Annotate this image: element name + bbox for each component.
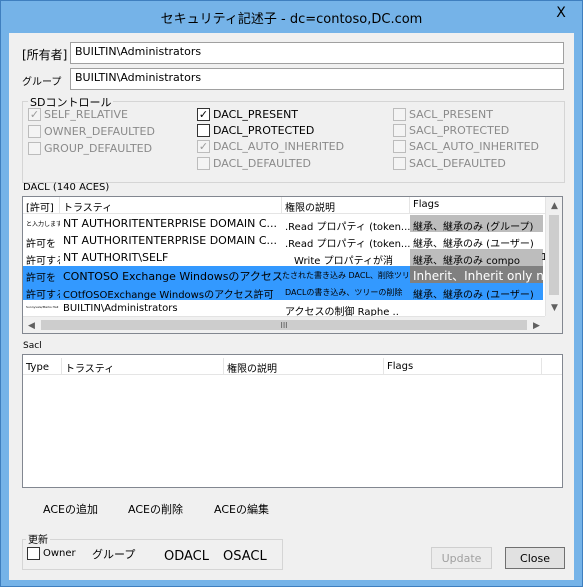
ace-type: 許可する [26,256,60,266]
owner-label: [所有者] [22,48,68,62]
title-bar[interactable]: セキュリティ記述子 - dc=contoso,DC.com X [1,1,582,33]
sacl-header: Type トラスティ 権限の説明 Flags [23,358,562,375]
sacl-col-type[interactable]: Type [23,358,62,375]
scroll-right-icon[interactable]: ▶ [528,317,545,333]
ace-rights: DACLの書き込み、ツリーの削除 [285,288,403,297]
ace-type: と入力します [26,221,60,228]
sacl-present-checkbox[interactable]: SACL_PRESENT [393,108,493,121]
ace-rights: .Read プロパティ (token... [285,239,410,249]
ace-flags [410,300,543,317]
edit-ace-button[interactable]: ACEの編集 [214,501,269,517]
dacl-header: [許可] トラスティ 権限の説明 Flags [23,197,562,214]
table-row[interactable]: と入力します NT AUTHORITENTERPRISE DOMAIN C...… [23,215,543,232]
table-row[interactable]: 許可を NT AUTHORITENTERPRISE DOMAIN C... .R… [23,232,543,249]
ace-flags: 継承、継承のみ (ユーザー) [413,239,534,249]
ace-rights: アクセスの制御 Raphe .. [285,307,399,317]
ace-trustee: COtfOSOExchange Windowsのアクセス許可 [63,290,274,300]
checkbox-box [393,157,406,170]
add-ace-button[interactable]: ACEの追加 [43,501,98,517]
ace-type: 許可を [26,273,56,283]
ace-type: 許可を [26,239,56,249]
group-defaulted-checkbox[interactable]: GROUP_DEFAULTED [28,142,152,155]
ace-rights: .Read プロパティ (token... [285,222,410,232]
scroll-thumb[interactable]: III [41,320,527,330]
ace-trustee: NT AUTHORITENTERPRISE DOMAIN C... [63,217,278,230]
dacl-present-checkbox[interactable]: ✓ DACL_PRESENT [197,108,298,121]
group-label: グループ [22,77,62,88]
dacl-horizontal-scrollbar[interactable]: ◀ III ▶ [23,316,545,333]
ace-trustee: BUILTIN\Administrators [63,303,178,314]
ace-type: 許可する [26,290,60,300]
checkbox-box: ✓ [197,108,210,121]
dialog-client: [所有者] BUILTIN\Administrators グループ BUILTI… [9,33,574,580]
dacl-col-trustee[interactable]: トラスティ [60,197,282,214]
sacl-auto-inherited-checkbox[interactable]: SACL_AUTO_INHERITED [393,140,539,153]
ace-trustee: CONTOSO Exchange Windowsのアクセス許可 [63,270,282,283]
checkbox-box [28,142,41,155]
dacl-col-type[interactable]: [許可] [23,197,60,214]
ace-type: Sunnyvale/Marks Hall [26,305,59,309]
sacl-defaulted-checkbox[interactable]: SACL_DEFAULTED [393,157,506,170]
dacl-update-option[interactable]: ODACL [164,549,209,564]
ace-rights: Write プロパティが消 [294,256,393,266]
close-icon[interactable]: X [546,2,576,24]
dacl-vertical-scrollbar[interactable]: ▲ ▼ [545,197,562,316]
close-button[interactable]: Close [505,547,565,569]
checkbox-box: ✓ [28,108,41,121]
ace-flags: 継承、継承のみ compo [410,249,543,266]
security-descriptor-window: セキュリティ記述子 - dc=contoso,DC.com X [所有者] BU… [0,0,583,587]
scroll-up-icon[interactable]: ▲ [546,197,562,214]
sacl-col-trustee[interactable]: トラスティ [62,358,224,375]
owner-field[interactable]: BUILTIN\Administrators [70,42,564,64]
checkbox-box [28,125,41,138]
dacl-auto-inherited-checkbox[interactable]: ✓ DACL_AUTO_INHERITED [197,140,344,153]
sacl-col-rights[interactable]: 権限の説明 [224,358,384,375]
checkbox-box [393,108,406,121]
sacl-col-flags[interactable]: Flags [384,358,542,375]
ace-rights: たされた書き込み DACL、削除ツリー [282,271,410,280]
table-row[interactable]: 許可する COtfOSOExchange Windowsのアクセス許可 DACL… [23,283,543,300]
checkbox-box [393,140,406,153]
group-update-label[interactable]: グループ [92,546,135,562]
sacl-protected-checkbox[interactable]: SACL_PROTECTED [393,124,509,137]
ace-flags: 継承、継承のみ (ユーザー) [413,290,534,300]
sacl-list[interactable]: Type トラスティ 権限の説明 Flags [22,354,563,488]
dacl-defaulted-checkbox[interactable]: DACL_DEFAULTED [197,157,311,170]
owner-update-checkbox[interactable]: Owner [27,547,76,560]
ace-trustee: NT AUTHORIT\SELF [63,251,169,264]
checkbox-box [393,124,406,137]
update-button[interactable]: Update [431,547,492,569]
checkbox-box [27,547,40,560]
sacl-update-option[interactable]: OSACL [223,549,267,564]
checkbox-box: ✓ [197,140,210,153]
table-row[interactable]: 許可を CONTOSO Exchange Windowsのアクセス許可 たされた… [23,266,543,283]
table-row[interactable]: 許可する NT AUTHORIT\SELF Write プロパティが消 継承、継… [23,249,547,266]
table-row[interactable]: Sunnyvale/Marks Hall BUILTIN\Administrat… [23,300,543,317]
ace-trustee: NT AUTHORITENTERPRISE DOMAIN C... [63,234,278,247]
dacl-col-flags[interactable]: Flags [410,197,546,214]
ace-flags: Inherit、Inherit only net Or [410,266,543,283]
scroll-left-icon[interactable]: ◀ [23,317,40,333]
sacl-title: Sacl [23,341,42,351]
dacl-list[interactable]: [許可] トラスティ 権限の説明 Flags と入力します NT AUTHORI… [22,196,563,334]
scroll-down-icon[interactable]: ▼ [546,299,562,316]
dacl-title: DACL (140 ACES) [23,182,110,193]
update-title: 更新 [26,531,50,546]
checkbox-box [197,157,210,170]
group-field[interactable]: BUILTIN\Administrators [70,68,564,90]
checkbox-box [197,124,210,137]
delete-ace-button[interactable]: ACEの削除 [128,501,183,517]
window-title: セキュリティ記述子 - dc=contoso,DC.com [160,11,423,27]
scroll-thumb[interactable] [549,215,559,295]
self-relative-checkbox[interactable]: ✓ SELF_RELATIVE [28,108,128,121]
ace-flags: 継承、継承のみ (グループ) [410,215,543,232]
dacl-protected-checkbox[interactable]: DACL_PROTECTED [197,124,314,137]
owner-defaulted-checkbox[interactable]: OWNER_DEFAULTED [28,125,155,138]
scroll-corner [545,316,562,333]
dacl-col-rights[interactable]: 権限の説明 [282,197,410,214]
